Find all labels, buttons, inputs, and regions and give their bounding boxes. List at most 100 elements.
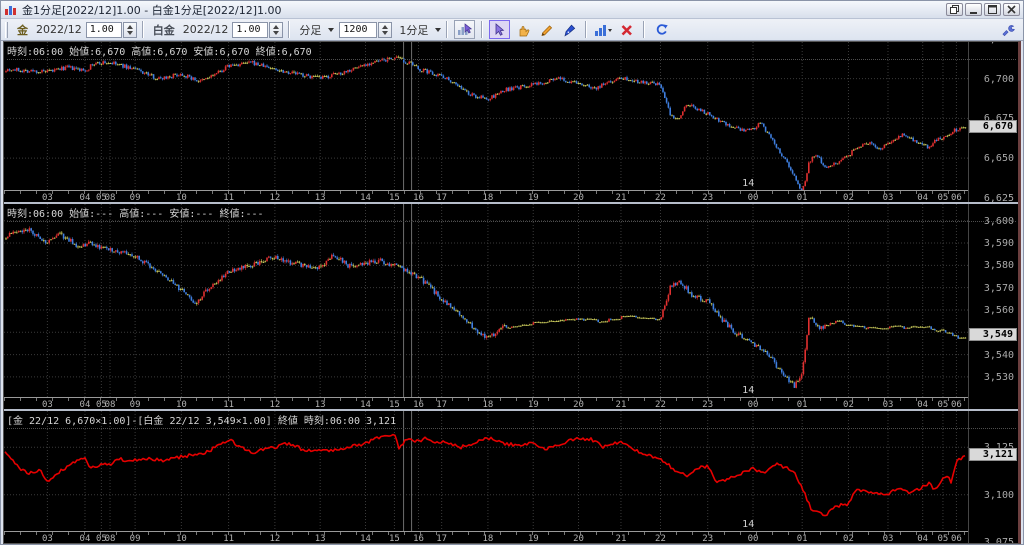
platinum-multiplier-input[interactable]: 1.00: [232, 21, 269, 38]
platinum-month-label: 2022/12: [182, 23, 229, 36]
time-tick-label: 12: [269, 193, 281, 203]
close-button[interactable]: [1003, 3, 1020, 16]
time-tick-label: 03: [41, 400, 53, 411]
time-tick-label: 22: [655, 193, 666, 203]
pencil-tool[interactable]: [535, 20, 556, 39]
float-window-button[interactable]: [946, 3, 963, 16]
time-tick-label: 21: [615, 533, 627, 543]
pan-tool[interactable]: [512, 20, 533, 39]
time-tick-label: 19: [527, 400, 539, 411]
time-tick-label: 21: [615, 193, 627, 203]
toolbar-grip[interactable]: [5, 21, 8, 38]
time-tick-label: 22: [655, 400, 666, 411]
time-tick-label: 06: [951, 533, 962, 543]
bar-count-input[interactable]: 1200: [339, 21, 378, 38]
indicator-menu[interactable]: [593, 20, 614, 39]
price-axis-label: 3,530: [983, 371, 1014, 383]
chevron-down-icon: [328, 27, 335, 32]
price-axis-label: 3,570: [983, 282, 1014, 294]
time-tick-label: 04: [79, 533, 91, 543]
fountain-pen-icon: [564, 24, 576, 37]
toolbar-separator: [288, 21, 291, 38]
wrench-icon: [1001, 24, 1015, 36]
minimize-button[interactable]: [965, 3, 982, 16]
time-tick-label: 01: [796, 533, 808, 543]
time-tick-label: 02: [843, 400, 854, 411]
time-tick-label: 14: [360, 533, 371, 543]
app-icon: [5, 5, 16, 15]
spread-price-axis: 3,1253,1003,0753,121: [968, 410, 1018, 543]
platinum-plot-area[interactable]: 14: [4, 204, 968, 398]
cursor-arrow-icon: [496, 22, 505, 36]
select-tool[interactable]: [489, 20, 511, 39]
chart-window: 金1分足[2022/12]1.00 - 白金1分足[2022/12]1.00 金…: [0, 0, 1024, 545]
time-tick-label: 02: [843, 533, 854, 543]
settings-wrench[interactable]: [997, 20, 1018, 39]
chart-pointer-tool[interactable]: [454, 20, 476, 39]
refresh-button[interactable]: [651, 20, 672, 39]
time-tick-label: 04: [79, 193, 91, 203]
red-x-icon: [621, 24, 632, 35]
time-tick-label: 00: [747, 400, 759, 411]
time-tick-label: 05: [937, 193, 949, 203]
price-axis-label: 3,590: [983, 238, 1014, 250]
pen-tool[interactable]: [558, 20, 579, 39]
day-change-marker: 14: [742, 178, 755, 189]
time-tick-label: 11: [223, 400, 235, 411]
toolbar-separator: [481, 21, 484, 38]
time-tick-label: 09: [129, 533, 141, 543]
price-axis-label: 3,540: [983, 349, 1014, 361]
platinum-multiplier-stepper[interactable]: [269, 21, 284, 38]
time-tick-label: 13: [314, 193, 326, 203]
time-tick-label: 09: [129, 400, 141, 411]
time-tick-label: 11: [223, 533, 235, 543]
price-axis-label: 3,560: [983, 305, 1014, 316]
time-tick-label: 10: [175, 193, 187, 203]
time-tick-label: 04: [917, 400, 929, 411]
gold-info-line: 時刻:06:00 始値:6,670 高値:6,670 安値:6,670 終値:6…: [7, 43, 1016, 60]
gold-multiplier-input[interactable]: 1.00: [85, 21, 122, 38]
current-price-box: 3,121: [969, 448, 1017, 462]
platinum-price-axis: 3,6003,5903,5803,5703,5603,5503,5403,530…: [968, 204, 1018, 409]
current-price-box: 3,549: [969, 328, 1017, 342]
time-tick-label: 20: [573, 400, 584, 411]
time-tick-label: 17: [436, 400, 448, 411]
period-type-dropdown[interactable]: 分足: [299, 22, 321, 38]
price-axis-label: 3,075: [983, 537, 1014, 543]
spread-plot-area[interactable]: 14: [4, 410, 968, 531]
platinum-symbol-label: 白金: [152, 23, 175, 37]
time-tick-label: 19: [527, 533, 539, 543]
maximize-button[interactable]: [984, 3, 1001, 16]
time-tick-label: 15: [388, 400, 400, 411]
toolbar-separator: [446, 21, 449, 38]
platinum-1min-canvas: [4, 204, 968, 398]
gold-symbol-label: 金: [17, 23, 28, 37]
chart-pointer-icon: [458, 22, 473, 35]
timeframe-dropdown[interactable]: 1分足: [399, 22, 428, 38]
title-bar[interactable]: 金1分足[2022/12]1.00 - 白金1分足[2022/12]1.00: [1, 1, 1023, 19]
time-tick-label: 20: [573, 193, 584, 203]
gold-multiplier-stepper[interactable]: [122, 21, 137, 38]
time-tick-label: 12: [269, 533, 281, 543]
time-tick-label: 08: [104, 193, 116, 203]
time-tick-label: 18: [482, 533, 494, 543]
time-tick-label: 08: [104, 400, 116, 411]
day-change-marker: 14: [742, 385, 755, 397]
gold-1min-canvas: [4, 42, 968, 190]
time-tick-label: 16: [413, 533, 424, 543]
time-tick-label: 09: [129, 193, 141, 203]
time-tick-label: 03: [882, 400, 894, 411]
time-tick-label: 02: [843, 193, 854, 203]
delete-tool[interactable]: [616, 20, 637, 39]
bar-count-stepper[interactable]: [378, 21, 393, 38]
time-tick-label: 05: [937, 533, 949, 543]
time-tick-label: 10: [175, 533, 187, 543]
time-tick-label: 04: [917, 533, 929, 543]
time-tick-label: 16: [413, 400, 424, 411]
price-axis-label: 6,625: [983, 192, 1014, 203]
time-tick-label: 08: [104, 533, 116, 543]
toolbar: 金 2022/12 1.00 白金 2022/12 1.00 分足 1200 1…: [1, 19, 1023, 41]
time-tick-label: 12: [269, 400, 281, 411]
time-tick-label: 17: [436, 193, 448, 203]
gold-plot-area[interactable]: 14: [4, 42, 968, 190]
